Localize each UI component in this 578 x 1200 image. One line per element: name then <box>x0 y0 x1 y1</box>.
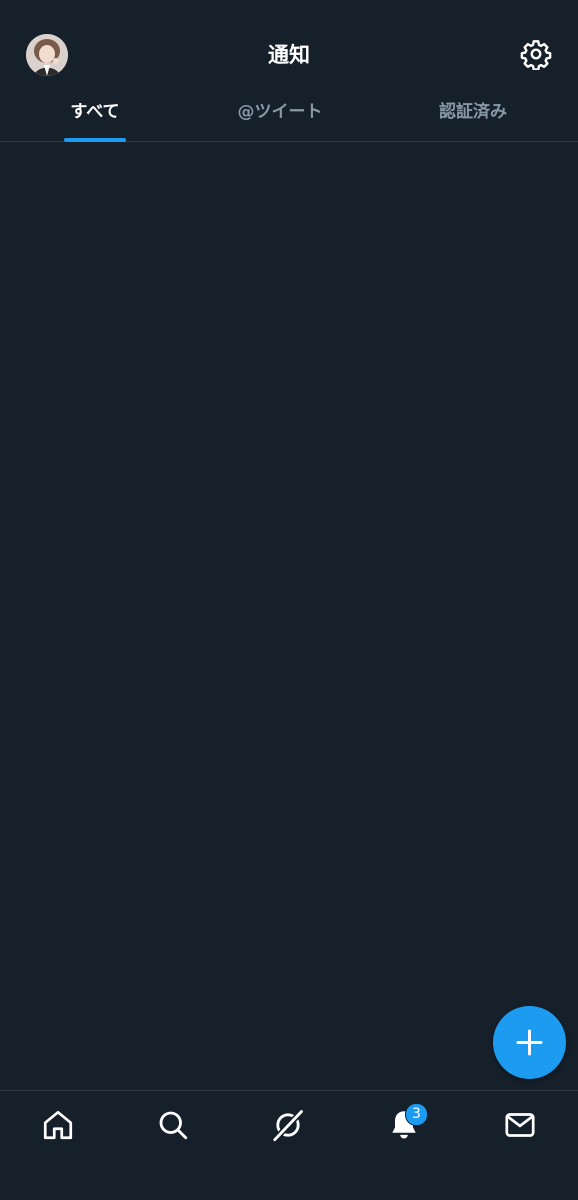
nav-search[interactable] <box>155 1107 191 1143</box>
tab-verified-label: 認証済み <box>439 102 507 122</box>
tab-verified[interactable]: 認証済み <box>378 90 568 142</box>
nav-notifications[interactable]: 3 <box>386 1103 428 1143</box>
compose-button[interactable] <box>493 1006 566 1079</box>
tab-all-label: すべて <box>70 102 120 122</box>
nav-home[interactable] <box>40 1107 76 1143</box>
search-icon <box>159 1111 188 1140</box>
tab-all[interactable]: すべて <box>0 90 190 142</box>
notifications-screen: 通知 すべて @ツイート 認証済み 3 <box>0 0 578 1200</box>
header: 通知 すべて @ツイート 認証済み <box>0 0 578 142</box>
bottom-navigation: 3 <box>0 1090 578 1200</box>
home-icon <box>43 1110 73 1140</box>
mail-icon <box>505 1113 535 1137</box>
tab-bar: すべて @ツイート 認証済み <box>0 90 578 142</box>
gear-icon <box>520 40 552 71</box>
tab-mentions[interactable]: @ツイート <box>185 90 375 142</box>
nav-messages[interactable] <box>502 1107 538 1143</box>
settings-button[interactable] <box>520 38 552 71</box>
notification-count-badge: 3 <box>405 1103 428 1126</box>
plus-icon <box>516 1029 543 1056</box>
nav-spaces[interactable] <box>270 1107 306 1143</box>
spaces-icon <box>272 1109 304 1142</box>
tab-mentions-label: @ツイート <box>237 102 323 122</box>
notifications-list[interactable] <box>0 142 578 1090</box>
page-title: 通知 <box>268 43 310 67</box>
